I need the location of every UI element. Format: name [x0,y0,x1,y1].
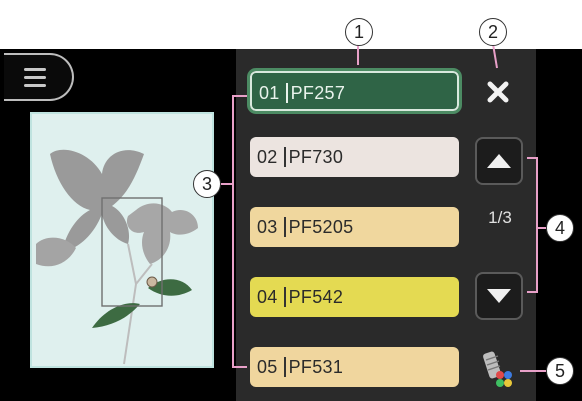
callout-5: 5 [546,357,574,385]
callout-4: 4 [546,214,574,242]
callout-lines [221,43,546,372]
callout-3: 3 [193,170,221,198]
callout-1: 1 [345,18,373,46]
callout-2: 2 [479,18,507,46]
